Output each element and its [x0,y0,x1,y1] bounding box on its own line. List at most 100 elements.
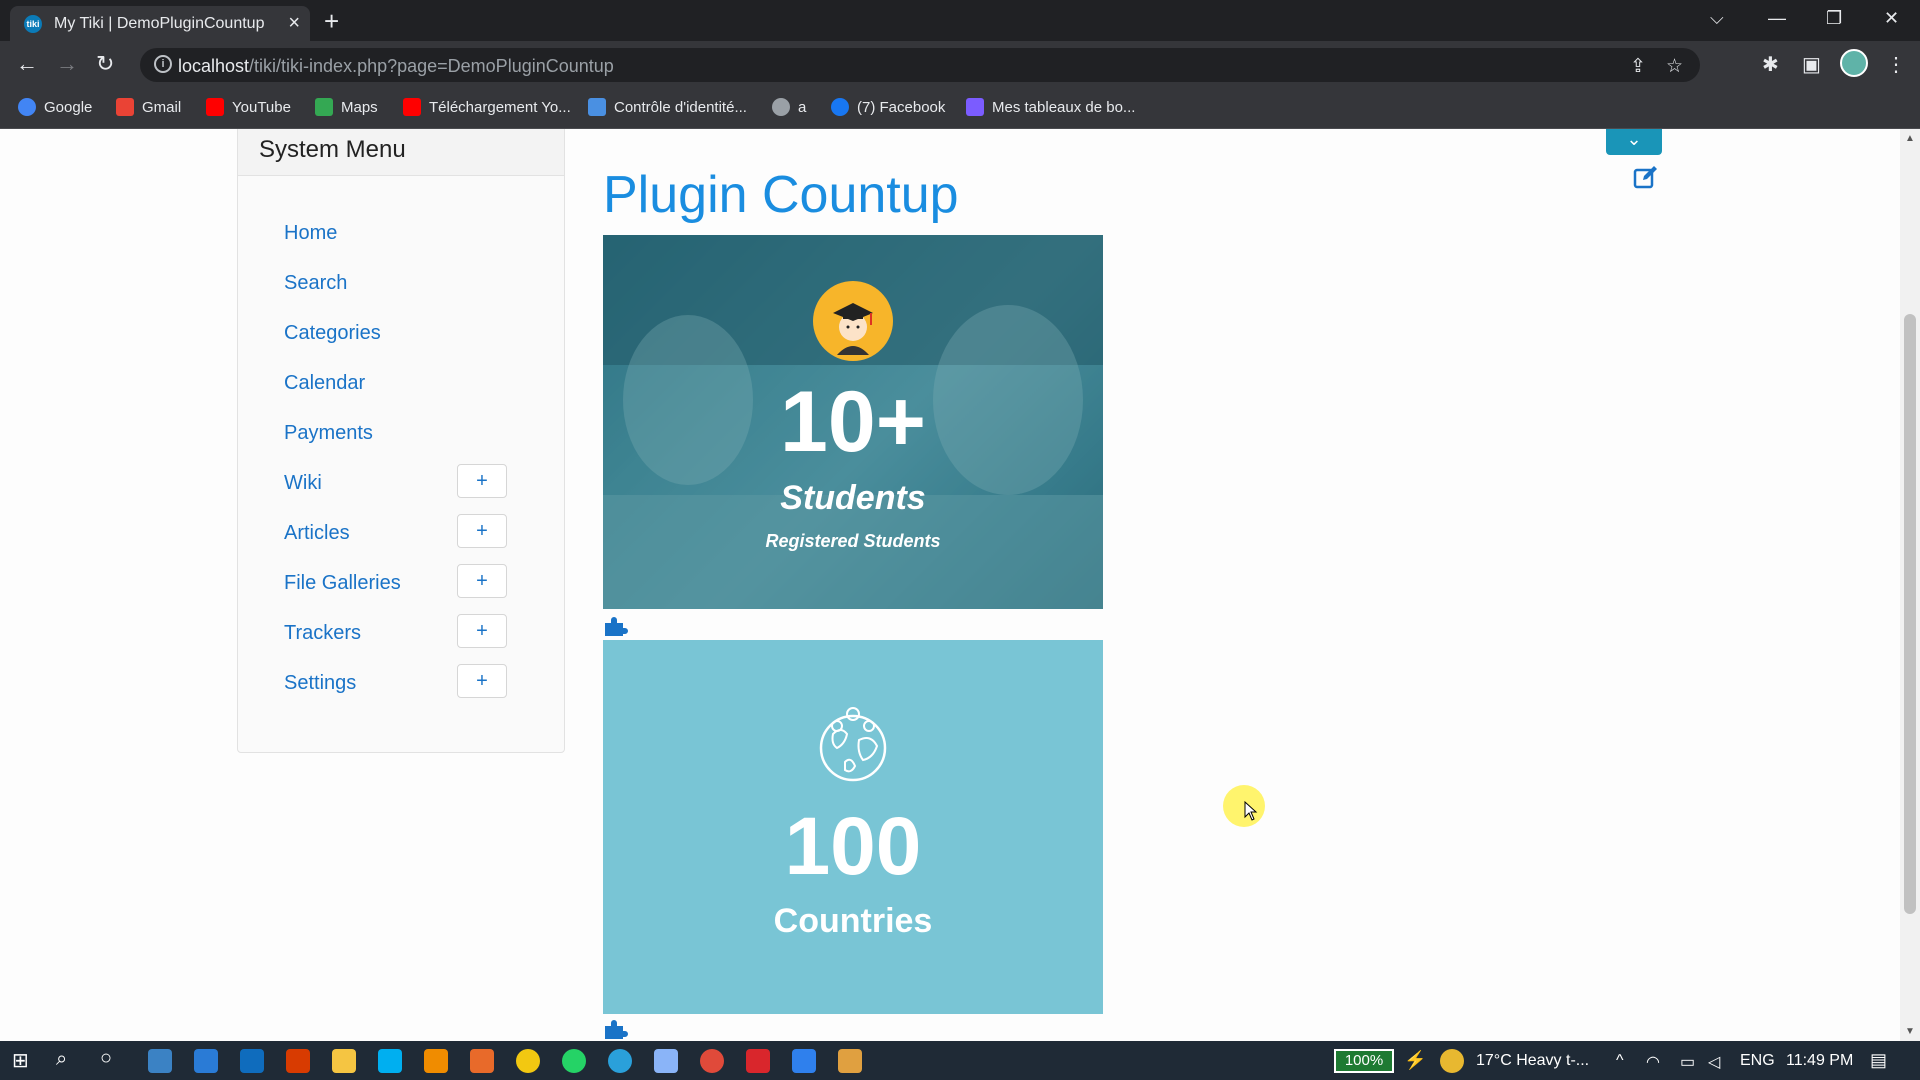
tiki-favicon-icon: tiki [24,15,42,33]
file-explorer-icon[interactable] [332,1049,356,1073]
whatsapp-icon[interactable] [562,1049,586,1073]
menu-item-articles[interactable]: Articles [284,522,350,545]
bookmark-label: a [798,98,807,116]
menu-item-trackers[interactable]: Trackers [284,622,361,645]
url-text[interactable]: localhost/tiki/tiki-index.php?page=DemoP… [178,56,614,77]
language-indicator[interactable]: ENG [1740,1052,1775,1070]
profile-avatar[interactable] [1840,49,1868,77]
tab-close-icon[interactable]: × [288,12,300,35]
meet-now-icon[interactable]: ▭ [1680,1052,1695,1072]
chrome-menu-icon[interactable]: ⋮ [1886,52,1906,77]
wifi-icon[interactable]: ◠ [1646,1052,1660,1072]
mouse-cursor-icon [1244,800,1258,826]
app-icon[interactable] [838,1049,862,1073]
countries-label: Countries [773,902,933,940]
browser-toolbar: ← → ↻ i localhost/tiki/tiki-index.php?pa… [0,41,1920,89]
minimize-icon[interactable]: — [1768,8,1786,29]
vscode-icon[interactable] [792,1049,816,1073]
bookmark-maps[interactable]: Maps [315,98,378,116]
bookmark-tableaux[interactable]: Mes tableaux de bo... [966,98,1135,116]
app-icon[interactable] [470,1049,494,1073]
extensions-puzzle-icon[interactable]: ✱ [1762,52,1779,77]
menu-item-categories[interactable]: Categories [284,322,381,345]
restore-icon[interactable]: ❐ [1826,8,1842,29]
expand-trackers-button[interactable]: + [457,614,507,648]
telegram-icon[interactable] [608,1049,632,1073]
graduate-icon [813,281,893,361]
show-hidden-icons-icon[interactable]: ^ [1616,1052,1624,1070]
side-panel-icon[interactable]: ▣ [1802,52,1821,77]
students-count: 10+ [780,374,926,470]
app-icon[interactable] [746,1049,770,1073]
bookmark-facebook[interactable]: (7) Facebook [831,98,945,116]
battery-indicator[interactable]: 100% [1334,1049,1394,1073]
share-icon[interactable]: ⇪ [1630,55,1646,78]
menu-item-settings[interactable]: Settings [284,672,356,695]
task-view-icon[interactable] [148,1049,172,1073]
new-tab-icon[interactable]: + [324,6,339,37]
menu-item-file-galleries[interactable]: File Galleries [284,572,401,595]
scrollbar-thumb[interactable] [1904,314,1916,914]
bookmark-controle[interactable]: Contrôle d'identité... [588,98,747,116]
app-icon[interactable] [700,1049,724,1073]
windows-start-icon[interactable]: ⊞ [12,1048,29,1073]
chrome-icon[interactable] [516,1049,540,1073]
mail-icon[interactable] [194,1049,218,1073]
bookmark-star-icon[interactable]: ☆ [1666,55,1683,78]
youtube-icon [403,98,421,116]
weather-text[interactable]: 17°C Heavy t-... [1476,1052,1589,1070]
menu-item-calendar[interactable]: Calendar [284,372,365,395]
students-sublabel: Registered Students [765,531,941,551]
bookmark-label: Téléchargement Yo... [429,98,571,116]
outlook-icon[interactable] [240,1049,264,1073]
weather-icon[interactable] [1440,1049,1464,1073]
youtube-icon [206,98,224,116]
office-icon[interactable] [286,1049,310,1073]
menu-item-wiki[interactable]: Wiki [284,472,322,495]
bookmark-gmail[interactable]: Gmail [116,98,181,116]
menu-item-home[interactable]: Home [284,222,337,245]
forward-icon[interactable]: → [56,51,78,77]
notifications-icon[interactable]: ▤ [1870,1050,1887,1071]
menu-item-payments[interactable]: Payments [284,422,373,445]
bookmark-label: Google [44,98,93,116]
bookmark-google[interactable]: Google [18,98,92,116]
app-icon[interactable] [654,1049,678,1073]
bookmark-telechargement[interactable]: Téléchargement Yo... [403,98,571,116]
countup-card-students: 10+ Students Registered Students [603,235,1103,609]
bookmark-youtube[interactable]: YouTube [206,98,291,116]
plugin-puzzle-icon[interactable] [603,1018,629,1041]
address-bar[interactable]: i localhost/tiki/tiki-index.php?page=Dem… [140,48,1700,82]
cortana-icon[interactable]: ○ [100,1047,112,1070]
menu-item-search[interactable]: Search [284,272,347,295]
scroll-down-icon[interactable]: ▼ [1905,1026,1915,1037]
clock-time[interactable]: 11:49 PM [1786,1052,1853,1070]
expand-settings-button[interactable]: + [457,664,507,698]
maps-icon [315,98,333,116]
system-menu-header: System Menu [238,129,564,176]
vlc-icon[interactable] [424,1049,448,1073]
volume-icon[interactable]: ◁ [1708,1052,1720,1072]
expand-articles-button[interactable]: + [457,514,507,548]
back-icon[interactable]: ← [16,51,38,77]
gmail-icon [116,98,134,116]
edit-page-icon[interactable] [1632,163,1660,196]
taskbar-search-icon[interactable]: ⌕ [56,1048,67,1071]
window-close-icon[interactable]: ✕ [1884,8,1899,29]
tab-search-chevron-icon[interactable]: ⌵ [1710,8,1724,29]
bookmark-label: (7) Facebook [857,98,946,116]
system-menu-title: System Menu [259,136,406,163]
page-scrollbar[interactable]: ▲ ▼ [1900,129,1920,1041]
students-label: Students [780,479,926,517]
browser-tab-active[interactable]: tiki My Tiki | DemoPluginCountup × [10,6,310,41]
expand-file-galleries-button[interactable]: + [457,564,507,598]
expand-wiki-button[interactable]: + [457,464,507,498]
page-actions-dropdown-button[interactable]: ⌄ [1606,129,1662,155]
plugin-puzzle-icon[interactable] [603,615,629,642]
bookmark-a[interactable]: a [772,98,806,116]
skype-icon[interactable] [378,1049,402,1073]
scroll-up-icon[interactable]: ▲ [1905,133,1915,144]
power-plug-icon[interactable]: ⚡ [1404,1050,1426,1071]
site-info-icon[interactable]: i [154,55,172,73]
reload-icon[interactable]: ↻ [96,51,114,77]
